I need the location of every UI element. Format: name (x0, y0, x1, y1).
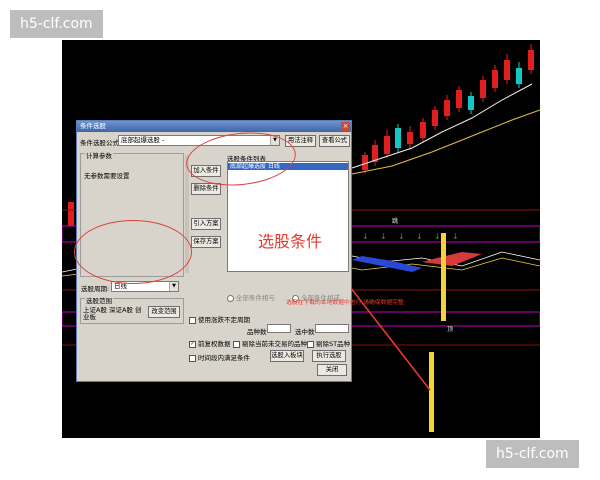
candle-body (420, 122, 426, 138)
arrow-icon: ↓ (416, 232, 423, 241)
watermark-bottom: h5-clf.com (486, 440, 579, 468)
time-range-label: 时间段内满足条件 (198, 354, 250, 362)
chart-area: ↓ ↓ ↓ ↓ ↓ ↓ 跳 顶 条件选股 × 条件选股公式 底部起爆选股 - ▼ 用法注释… (62, 40, 540, 438)
candle-body (528, 50, 534, 70)
selected-field (315, 324, 349, 333)
checkbox[interactable] (233, 340, 240, 348)
moving-average-line-2 (351, 109, 540, 175)
pre-adjust-checkbox[interactable]: ✓ 前复权数据 (189, 338, 231, 348)
annotation-ellipse-period (74, 220, 192, 284)
range-group: 选股范围 上证A股 深证A股 创业板 改变范围 (80, 295, 184, 324)
use-period-checkbox[interactable]: 使用涨跌不定周期 (189, 314, 250, 324)
add-to-block-button[interactable]: 选股入板块 (270, 350, 304, 362)
highlight-bar-lower (429, 352, 434, 432)
radio-all-and[interactable]: 全部条件相与 (227, 292, 275, 302)
checkbox[interactable]: ✓ (189, 340, 196, 348)
candle-body (504, 60, 510, 80)
annotation-title: 选股条件 (258, 232, 323, 251)
strip-lower-label: 顶 (447, 326, 454, 333)
arrow-icon: ↓ (362, 232, 369, 241)
indicator-fill-red (422, 252, 482, 266)
exclude-st-checkbox[interactable]: 剔除ST品种 (307, 338, 350, 348)
delete-condition-button[interactable]: 删除条件 (191, 183, 221, 195)
range-text: 上证A股 深证A股 创业板 (83, 306, 142, 321)
candle-body (384, 136, 390, 154)
dialog-title: 条件选股 (80, 122, 106, 130)
dialog-title-bar: 条件选股 × (77, 121, 351, 132)
save-plan-button[interactable]: 保存方案 (191, 236, 221, 248)
count-label: 品种数 (247, 328, 267, 336)
watermark-top: h5-clf.com (10, 10, 103, 38)
candle-body (456, 90, 462, 108)
arrow-icon: ↓ (452, 232, 459, 241)
exclude-st-label: 剔除ST品种 (316, 340, 351, 348)
use-period-label: 使用涨跌不定周期 (198, 316, 250, 324)
candle-body (468, 96, 474, 110)
formula-value: 底部起爆选股 - (121, 136, 165, 144)
close-icon[interactable]: × (341, 122, 350, 131)
selected-label: 选中数 (295, 328, 315, 336)
params-group-label: 计算参数 (85, 150, 113, 160)
count-field (267, 324, 291, 333)
highlight-bar (441, 233, 446, 321)
annotation-hint: 选股在下载的本地数据中进行,请确保数据完整 (286, 300, 404, 306)
candle-body (395, 128, 401, 148)
candle-body (444, 100, 450, 116)
pre-adjust-label: 前复权数据 (198, 340, 231, 348)
execute-select-button[interactable]: 执行选股 (312, 350, 346, 362)
exclude-untraded-label: 剔除当前未交易的品种 (242, 340, 307, 348)
range-group-label: 选股范围 (85, 295, 113, 305)
checkbox[interactable] (189, 354, 196, 362)
candle-body (480, 80, 486, 98)
candle-body (516, 68, 522, 84)
radio-button[interactable] (227, 294, 234, 302)
period-label: 选股周期: (81, 285, 110, 293)
import-plan-button[interactable]: 引入方案 (191, 218, 221, 230)
view-formula-button[interactable]: 查看公式 (319, 135, 350, 147)
candle-body (68, 202, 74, 226)
arrow-icon: ↓ (434, 232, 441, 241)
arrow-icon: ↓ (380, 232, 387, 241)
candle-body (492, 70, 498, 88)
checkbox[interactable] (307, 340, 314, 348)
strip-buy-label: 跳 (392, 218, 399, 225)
close-button[interactable]: 关闭 (317, 364, 347, 376)
candle-body (407, 132, 413, 144)
arrow-icon: ↓ (398, 232, 405, 241)
formula-label: 条件选股公式 (80, 139, 119, 147)
change-range-button[interactable]: 改变范围 (148, 306, 180, 318)
chevron-down-icon[interactable]: ▼ (169, 282, 178, 291)
checkbox[interactable] (189, 316, 196, 324)
radio-all-and-label: 全部条件相与 (236, 294, 275, 302)
params-text: 无参数需要设置 (84, 172, 130, 180)
time-range-checkbox[interactable]: 时间段内满足条件 (189, 352, 250, 362)
exclude-untraded-checkbox[interactable]: 剔除当前未交易的品种 (233, 338, 307, 348)
candle-body (432, 110, 438, 126)
moving-average-line (351, 83, 533, 169)
